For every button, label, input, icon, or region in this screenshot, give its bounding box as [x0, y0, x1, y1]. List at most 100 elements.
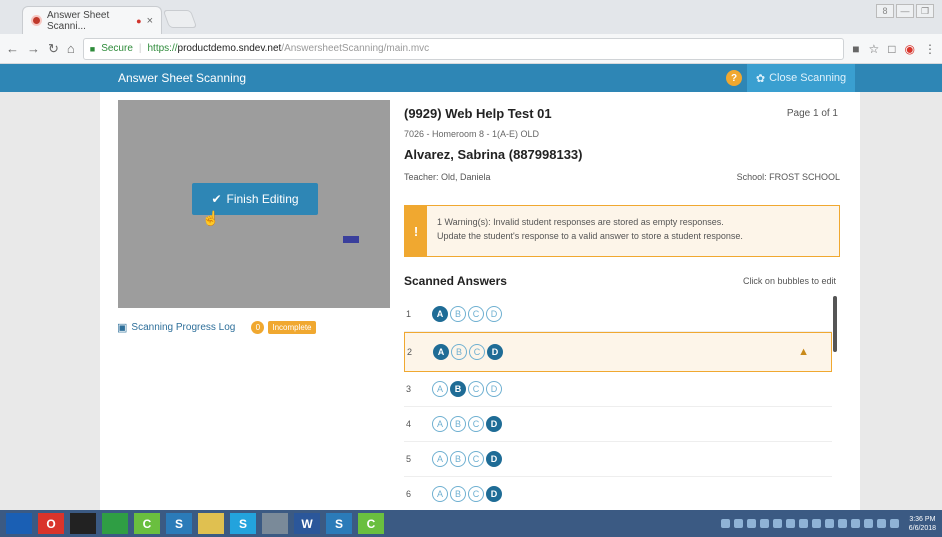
forward-arrow-icon[interactable]: →: [27, 41, 40, 56]
tab-close-button[interactable]: ×: [147, 15, 153, 27]
answer-bubble-c[interactable]: C: [468, 486, 484, 502]
taskbar-app-7[interactable]: S: [230, 513, 256, 534]
answer-bubble-a[interactable]: A: [432, 306, 448, 322]
clock-time: 3:36 PM: [909, 515, 936, 523]
record-icon[interactable]: ■: [852, 42, 859, 56]
page-indicator: Page 1 of 1: [786, 108, 838, 119]
address-bar[interactable]: ■ Secure | https://productdemo.sndev.net…: [82, 37, 845, 60]
answer-bubble-a[interactable]: A: [432, 381, 448, 397]
answer-bubble-c[interactable]: C: [468, 306, 484, 322]
taskbar-app-10[interactable]: S: [326, 513, 352, 534]
answer-bubble-b[interactable]: B: [451, 344, 467, 360]
answer-bubble-a[interactable]: A: [432, 451, 448, 467]
answer-bubble-d[interactable]: D: [486, 416, 502, 432]
tray-icon[interactable]: [733, 519, 743, 528]
close-scanning-label: Close Scanning: [769, 72, 847, 84]
tray-icon[interactable]: [720, 519, 730, 528]
test-name: (9929) Web Help Test 01: [404, 106, 552, 121]
answer-bubble-a[interactable]: A: [432, 486, 448, 502]
answer-bubble-d[interactable]: D: [486, 381, 502, 397]
tray-icon[interactable]: [876, 519, 886, 528]
window-controls: 8 — ❐: [876, 4, 934, 18]
secure-label: Secure: [101, 43, 133, 54]
answer-bubble-a[interactable]: A: [433, 344, 449, 360]
window-maximize-button[interactable]: ❐: [916, 4, 934, 18]
taskbar-app-4[interactable]: C: [134, 513, 160, 534]
tray-icon[interactable]: [798, 519, 808, 528]
taskbar-app-1[interactable]: O: [38, 513, 64, 534]
star-icon[interactable]: ☆: [869, 42, 880, 56]
menu-icon[interactable]: ⋮: [924, 42, 936, 56]
tray-icon[interactable]: [759, 519, 769, 528]
answer-bubble-b[interactable]: B: [450, 486, 466, 502]
answer-bubble-b[interactable]: B: [450, 451, 466, 467]
answer-bubble-c[interactable]: C: [468, 381, 484, 397]
tray-icon[interactable]: [772, 519, 782, 528]
answer-bubble-d[interactable]: D: [487, 344, 503, 360]
reload-icon[interactable]: ↻: [48, 41, 59, 57]
tray-icon[interactable]: [850, 519, 860, 528]
taskbar-app-11[interactable]: C: [358, 513, 384, 534]
tray-icon[interactable]: [824, 519, 834, 528]
warning-line-2: Update the student's response to a valid…: [437, 231, 743, 241]
edit-hint: Click on bubbles to edit: [742, 276, 836, 286]
answer-bubble-d[interactable]: D: [486, 306, 502, 322]
answer-bubble-c[interactable]: C: [468, 451, 484, 467]
teacher-label: Teacher: Old, Daniela: [404, 172, 491, 182]
taskbar-app-9[interactable]: W: [294, 513, 320, 534]
tray-icon[interactable]: [863, 519, 873, 528]
warning-banner: ! 1 Warning(s): Invalid student response…: [404, 205, 840, 257]
browser-tabstrip: Answer Sheet Scanni... ● × 8 — ❐: [0, 0, 942, 34]
answer-bubble-c[interactable]: C: [468, 416, 484, 432]
question-number: 6: [406, 489, 412, 499]
taskbar-app-8[interactable]: [262, 513, 288, 534]
window-profile-button[interactable]: 8: [876, 4, 894, 18]
question-number: 4: [406, 419, 412, 429]
answer-bubble-d[interactable]: D: [486, 451, 502, 467]
url-host: productdemo.sndev.net: [177, 43, 282, 54]
scan-region-marker: [343, 236, 359, 243]
answer-bubble-a[interactable]: A: [432, 416, 448, 432]
answer-bubble-b[interactable]: B: [450, 381, 466, 397]
scanning-progress-log-link[interactable]: Scanning Progress Log: [131, 322, 235, 333]
tray-icon[interactable]: [746, 519, 756, 528]
help-icon[interactable]: ?: [726, 70, 742, 86]
window-minimize-button[interactable]: —: [896, 4, 914, 18]
taskbar-app-2[interactable]: [70, 513, 96, 534]
tray-icon[interactable]: [889, 519, 899, 528]
clock-date: 6/6/2018: [908, 524, 936, 532]
status-badge: Incomplete: [268, 321, 316, 334]
back-arrow-icon[interactable]: ←: [6, 41, 19, 56]
progress-count-badge: 0: [251, 321, 265, 334]
app-header: Answer Sheet Scanning ? ✿ Close Scanning: [0, 64, 942, 92]
tray-icon[interactable]: [811, 519, 821, 528]
new-tab-button[interactable]: [162, 10, 198, 28]
opera-icon[interactable]: ◉: [905, 42, 915, 56]
question-number: 5: [406, 454, 412, 464]
answer-bubble-c[interactable]: C: [469, 344, 485, 360]
answers-scrollbar[interactable]: [833, 296, 837, 352]
windows-taskbar: OCSSWSC 3:36 PM 6/6/2018: [0, 510, 942, 537]
browser-tab[interactable]: Answer Sheet Scanni... ● ×: [22, 6, 162, 34]
taskbar-app-5[interactable]: S: [166, 513, 192, 534]
question-number: 1: [406, 309, 412, 319]
taskbar-app-3[interactable]: [102, 513, 128, 534]
hand-cursor-icon: ☝: [202, 210, 220, 226]
answer-bubble-b[interactable]: B: [450, 416, 466, 432]
taskbar-app-0[interactable]: [6, 513, 32, 534]
check-circle-icon: ✔: [211, 192, 222, 206]
tab-title: Answer Sheet Scanni...: [47, 9, 110, 32]
tray-icon[interactable]: [785, 519, 795, 528]
square-icon[interactable]: □: [888, 42, 895, 56]
home-icon[interactable]: ⌂: [67, 41, 75, 56]
taskbar-app-6[interactable]: [198, 513, 224, 534]
system-tray: 3:36 PM 6/6/2018: [720, 515, 936, 533]
scanned-answers-header: Scanned Answers Click on bubbles to edit: [404, 274, 836, 288]
answer-bubble-d[interactable]: D: [486, 486, 502, 502]
url-text: https://productdemo.sndev.net/Answershee…: [148, 43, 430, 54]
close-scanning-button[interactable]: ✿ Close Scanning: [747, 64, 855, 92]
answer-bubble-b[interactable]: B: [450, 306, 466, 322]
tray-icon[interactable]: [837, 519, 847, 528]
browser-toolbar: ← → ↻ ⌂ ■ Secure | https://productdemo.s…: [0, 34, 942, 64]
taskbar-clock[interactable]: 3:36 PM 6/6/2018: [909, 515, 936, 533]
